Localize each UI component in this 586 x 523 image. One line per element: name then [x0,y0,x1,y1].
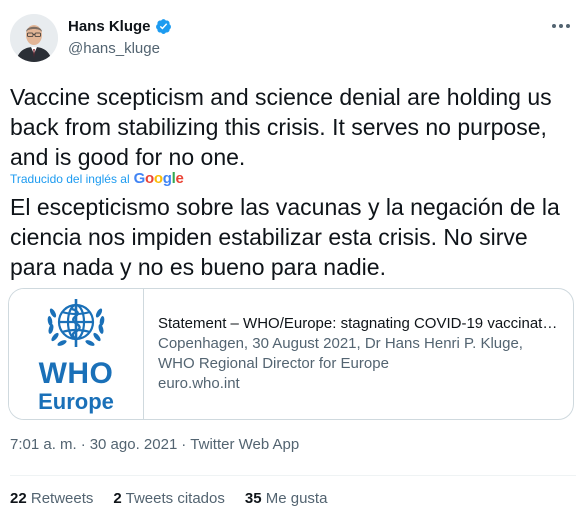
card-body: Statement – WHO/Europe: stagnating COVID… [144,289,572,419]
retweets-count: 22 [10,490,27,507]
tweet-time[interactable]: 7:01 a. m. [10,436,77,453]
who-europe-logo: WHO Europe [9,289,144,419]
google-logo: Google [133,170,184,187]
tweet: Hans Kluge @hans_kluge Vaccine scepticis… [0,0,586,523]
tweet-source[interactable]: Twitter Web App [190,436,299,453]
author-name[interactable]: Hans Kluge [68,18,151,35]
verified-badge-icon [155,19,171,34]
tweet-text: Vaccine scepticism and science denial ar… [10,84,552,170]
avatar[interactable] [10,14,58,62]
dot [552,24,556,28]
separator: · [181,436,187,453]
retweets-stat[interactable]: 22 Retweets [10,490,93,507]
author-handle[interactable]: @hans_kluge [68,40,160,57]
translated-text: El escepticismo sobre las vacunas y la n… [10,194,560,280]
dot [566,24,570,28]
quotes-count: 2 [113,490,122,507]
tweet-meta: 7:01 a. m. · 30 ago. 2021 · Twitter Web … [10,436,299,453]
logo-text-europe: Europe [38,389,114,414]
tweet-stats: 22 Retweets 2 Tweets citados 35 Me gusta [10,490,327,507]
likes-stat[interactable]: 35 Me gusta [245,490,328,507]
card-description: Copenhagen, 30 August 2021, Dr Hans Henr… [158,335,523,372]
author-name-row[interactable]: Hans Kluge [68,18,172,35]
quote-tweets-stat[interactable]: 2 Tweets citados [113,490,224,507]
more-options-icon[interactable] [548,20,574,32]
card-title: Statement – WHO/Europe: stagnating COVID… [158,315,558,332]
quotes-label: Tweets citados [125,490,225,507]
tweet-date[interactable]: 30 ago. 2021 [90,436,178,453]
logo-text-who: WHO [38,357,114,390]
card-domain: euro.who.int [158,375,240,392]
who-emblem-icon [47,299,105,347]
avatar-image [10,14,58,62]
likes-count: 35 [244,490,262,507]
translated-by-label: Traducido del inglés al [10,171,130,186]
link-card[interactable]: WHO Europe Statement – WHO/Europe: stagn… [8,288,574,420]
dot [559,24,563,28]
retweets-label: Retweets [30,490,94,507]
separator: · [80,436,86,453]
translation-attribution[interactable]: Traducido del inglés al Google [10,170,184,187]
likes-label: Me gusta [265,490,328,507]
divider [10,475,576,476]
